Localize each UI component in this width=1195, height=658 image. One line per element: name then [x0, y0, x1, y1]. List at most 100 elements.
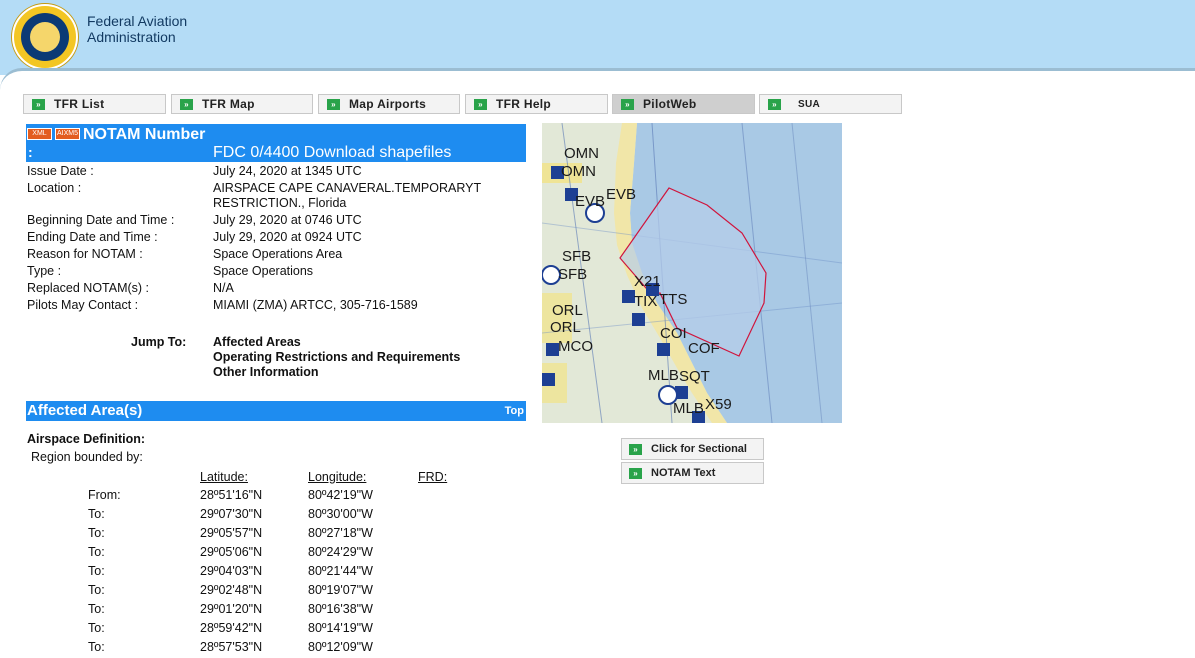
sectional-map[interactable]: OMN OMN EVB EVB SFB SFB X21 TIX TTS ORL … [542, 123, 842, 423]
map-airport-label: MLB [648, 367, 679, 384]
jump-other-information-link[interactable]: Other Information [213, 365, 319, 379]
field-label: Ending Date and Time : [27, 230, 158, 244]
notam-number-label: NOTAM Number [83, 126, 206, 143]
map-airport-label: SFB [558, 266, 588, 283]
double-arrow-icon: » [768, 98, 781, 110]
map-airport-label: TIX [634, 293, 658, 310]
field-value-cont: RESTRICTION., Florida [213, 196, 347, 210]
field-label: Type : [27, 264, 62, 278]
map-airport-label: COF [688, 340, 720, 357]
notam-colon: : [28, 144, 33, 160]
coord-latitude: 28º51'16"N [200, 488, 263, 502]
jump-affected-areas-link[interactable]: Affected Areas [213, 335, 301, 349]
affected-areas-title: Affected Area(s) [27, 402, 143, 419]
coord-latitude: 29º05'06"N [200, 545, 263, 559]
notam-number: FDC 0/4400 Download shapefiles [213, 144, 451, 162]
map-airport-label: ORL [550, 319, 581, 336]
notam-id: FDC 0/4400 [213, 144, 300, 161]
double-arrow-icon: » [474, 98, 487, 110]
double-arrow-icon: » [180, 98, 193, 110]
double-arrow-icon: » [629, 467, 642, 479]
aixm-badge[interactable]: AIXM5 [55, 128, 80, 140]
button-label: Click for Sectional [651, 443, 747, 455]
map-airport-label: EVB [606, 186, 637, 203]
map-airport-label: ORL [552, 302, 583, 319]
download-shapefiles-link[interactable]: Download shapefiles [304, 144, 452, 161]
frd-header: FRD: [418, 470, 448, 484]
field-label: Beginning Date and Time : [27, 213, 175, 227]
jump-to-label: Jump To: [131, 335, 187, 349]
map-airport-label: X21 [634, 273, 661, 290]
map-airport-label: X59 [705, 396, 732, 413]
map-airport-label: TTS [659, 291, 688, 308]
coord-longitude: 80º42'19"W [308, 488, 373, 502]
xml-badge[interactable]: XML [27, 128, 52, 140]
map-airport-label: OMN [561, 163, 596, 180]
button-label: NOTAM Text [651, 467, 716, 479]
latitude-header: Latitude: [200, 470, 248, 484]
tab-label: SUA [798, 98, 821, 110]
coord-row-label: To: [88, 621, 105, 635]
coord-row-label: To: [88, 507, 105, 521]
coord-latitude: 29º02'48"N [200, 583, 263, 597]
coord-row-label: To: [88, 583, 105, 597]
tab-label: PilotWeb [643, 97, 697, 111]
coord-latitude: 28º57'53"N [200, 640, 263, 654]
coord-row-label: To: [88, 564, 105, 578]
tab-tfr-help[interactable]: » TFR Help [465, 94, 608, 114]
click-for-sectional-button[interactable]: » Click for Sectional [621, 438, 764, 460]
region-bounded-label: Region bounded by: [31, 450, 143, 464]
tab-sua[interactable]: » SUA [759, 94, 902, 114]
top-link[interactable]: Top [505, 405, 524, 417]
faa-seal-icon[interactable] [12, 4, 78, 70]
coord-row-label: To: [88, 640, 105, 654]
field-value: N/A [213, 281, 234, 295]
map-airport-label: EVB [575, 193, 606, 210]
double-arrow-icon: » [621, 98, 634, 110]
field-label: Replaced NOTAM(s) : [27, 281, 150, 295]
tab-map-airports[interactable]: » Map Airports [318, 94, 460, 114]
tfr-nav: » TFR List » TFR Map » Map Airports » TF… [23, 94, 903, 116]
airspace-definition-heading: Airspace Definition: [27, 432, 146, 446]
field-label: Reason for NOTAM : [27, 247, 143, 261]
field-value: Space Operations Area [213, 247, 343, 261]
coord-latitude: 29º05'57"N [200, 526, 263, 540]
header-divider [0, 68, 1195, 91]
coord-longitude: 80º21'44"W [308, 564, 373, 578]
agency-name-line2: Administration [87, 29, 176, 45]
map-airport-label: MCO [558, 338, 593, 355]
map-airport-label: OMN [564, 145, 599, 162]
coord-row-label: To: [88, 526, 105, 540]
coord-latitude: 29º01'20"N [200, 602, 263, 616]
field-label: Pilots May Contact : [27, 298, 139, 312]
map-airport-label: SQT [679, 368, 710, 385]
agency-name: Federal Aviation Administration [87, 13, 187, 45]
tab-label: TFR Map [202, 97, 255, 111]
coord-latitude: 28º59'42"N [200, 621, 263, 635]
map-airport-label: SFB [562, 248, 592, 265]
affected-areas-header: Affected Area(s) Top [26, 401, 526, 421]
field-value: Space Operations [213, 264, 314, 278]
coord-longitude: 80º16'38"W [308, 602, 373, 616]
map-airport-label: COI [660, 325, 687, 342]
jump-operating-restrictions-link[interactable]: Operating Restrictions and Requirements [213, 350, 460, 364]
tab-label: TFR List [54, 97, 105, 111]
tab-tfr-map[interactable]: » TFR Map [171, 94, 313, 114]
double-arrow-icon: » [32, 98, 45, 110]
map-airport-label: MLB [673, 400, 704, 417]
notam-header: XML AIXM5 NOTAM Number : FDC 0/4400 Down… [26, 124, 526, 162]
double-arrow-icon: » [327, 98, 340, 110]
longitude-header: Longitude: [308, 470, 367, 484]
coord-longitude: 80º27'18"W [308, 526, 373, 540]
tab-tfr-list[interactable]: » TFR List [23, 94, 166, 114]
coord-latitude: 29º07'30"N [200, 507, 263, 521]
coord-longitude: 80º30'00"W [308, 507, 373, 521]
coord-longitude: 80º12'09"W [308, 640, 373, 654]
field-value: July 24, 2020 at 1345 UTC [213, 164, 362, 178]
field-value: AIRSPACE CAPE CANAVERAL.TEMPORARYT [213, 181, 482, 195]
notam-text-button[interactable]: » NOTAM Text [621, 462, 764, 484]
field-label: Issue Date : [27, 164, 94, 178]
tab-label: Map Airports [349, 97, 427, 111]
agency-name-line1: Federal Aviation [87, 13, 188, 29]
tab-pilotweb[interactable]: » PilotWeb [612, 94, 755, 114]
